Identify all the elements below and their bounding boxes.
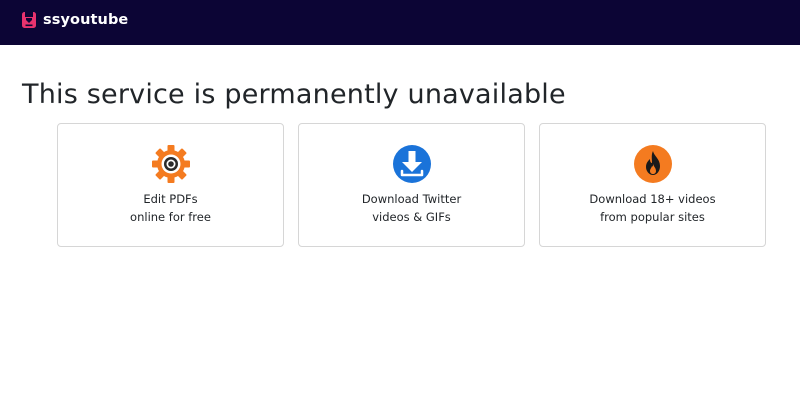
navbar: ssyoutube bbox=[0, 0, 800, 45]
gear-icon bbox=[152, 145, 190, 183]
card-line-1: Download 18+ videos bbox=[589, 192, 716, 206]
card-download-twitter[interactable]: Download Twitter videos & GIFs bbox=[298, 123, 525, 247]
card-edit-pdfs[interactable]: Edit PDFs online for free bbox=[57, 123, 284, 247]
card-line-2: videos & GIFs bbox=[372, 210, 451, 224]
card-line-1: Edit PDFs bbox=[143, 192, 198, 206]
card-text: Edit PDFs online for free bbox=[58, 190, 283, 226]
card-line-2: from popular sites bbox=[600, 210, 705, 224]
flame-icon bbox=[634, 145, 672, 183]
download-icon bbox=[393, 145, 431, 183]
card-line-1: Download Twitter bbox=[361, 192, 462, 206]
card-line-2: online for free bbox=[130, 210, 211, 224]
card-text: Download Twitter videos & GIFs bbox=[299, 190, 524, 226]
ssyoutube-logo-icon bbox=[22, 12, 36, 28]
brand-name: ssyoutube bbox=[43, 12, 129, 28]
card-text: Download 18+ videos from popular sites bbox=[540, 190, 765, 226]
brand-link[interactable]: ssyoutube bbox=[22, 12, 128, 28]
card-download-18-videos[interactable]: Download 18+ videos from popular sites bbox=[539, 123, 766, 247]
page-title: This service is permanently unavailable bbox=[22, 79, 566, 110]
